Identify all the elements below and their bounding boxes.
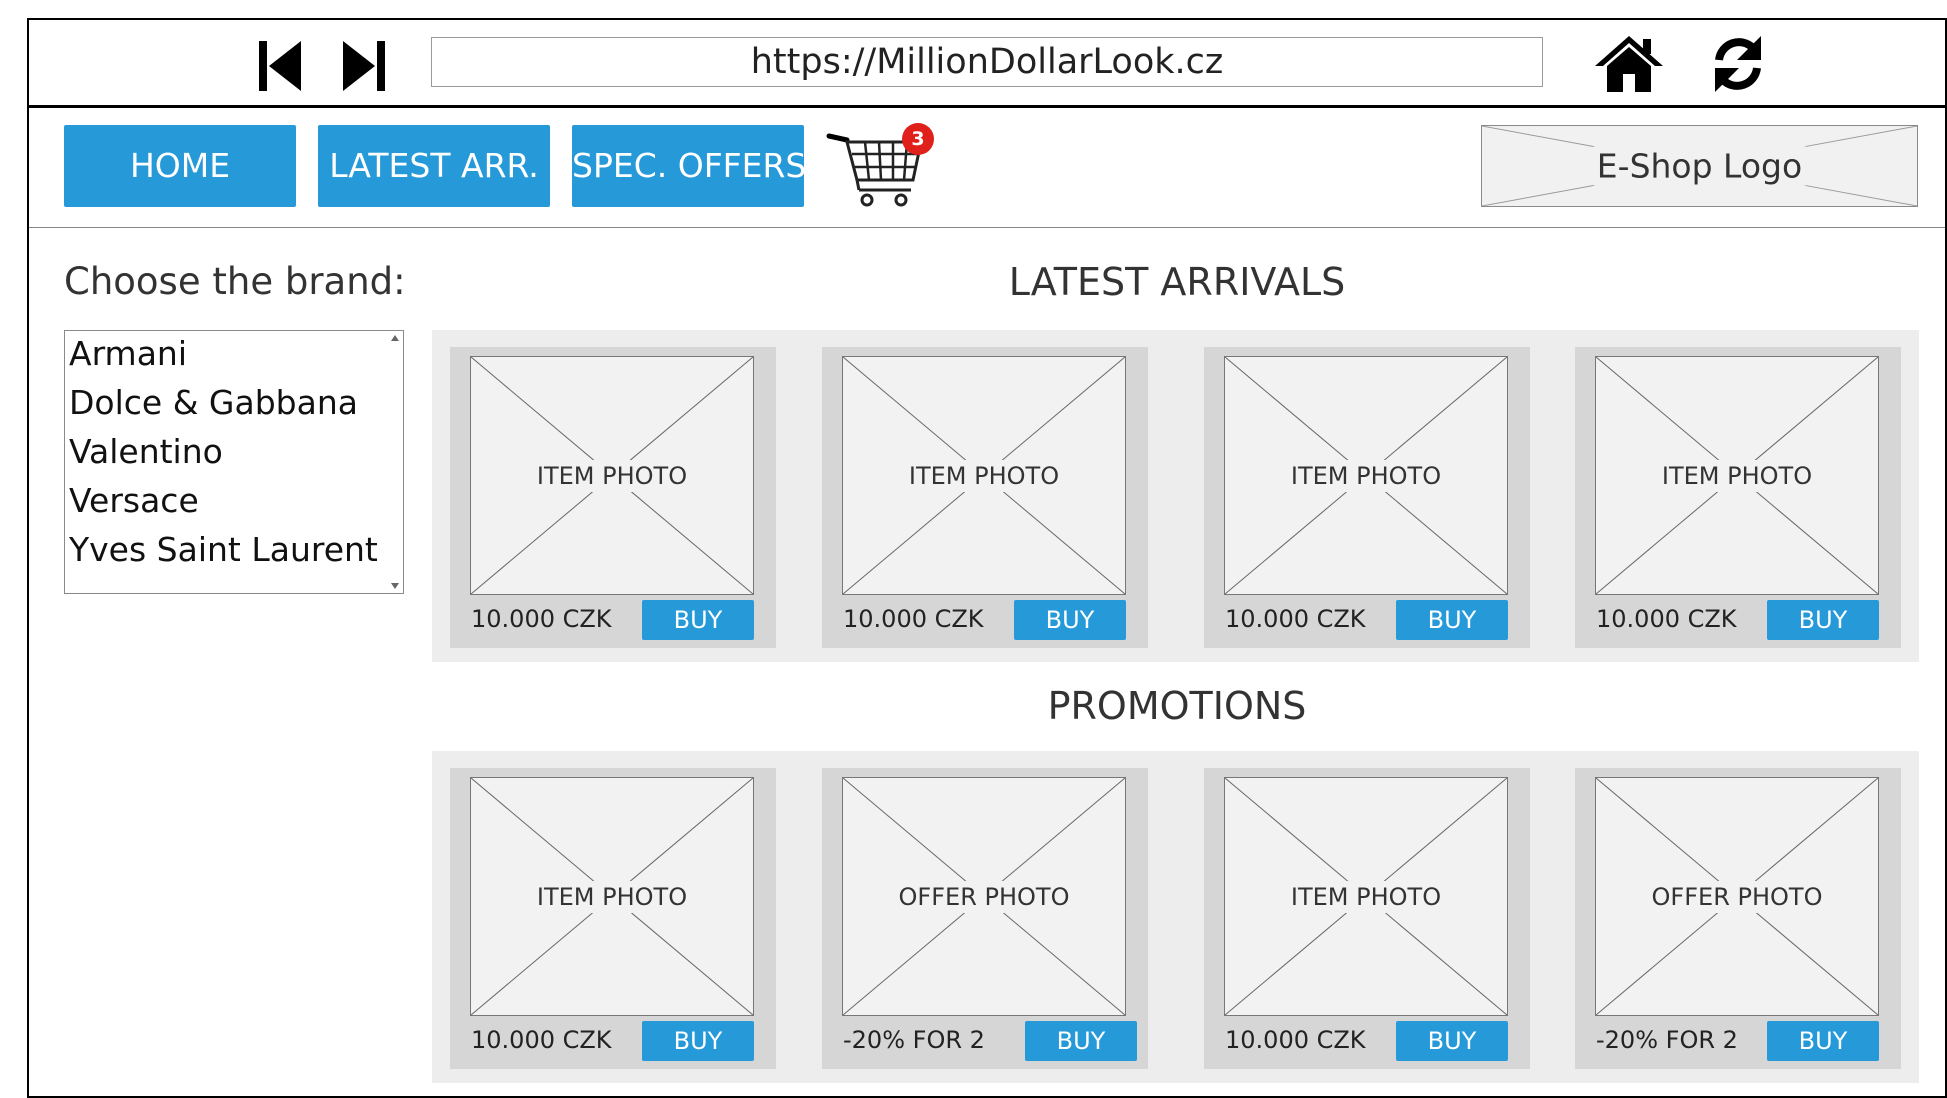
product-card: ITEM PHOTO 10.000 CZK BUY <box>1204 347 1530 648</box>
brand-item-dolce-gabbana[interactable]: Dolce & Gabbana <box>69 383 358 422</box>
item-price: 10.000 CZK <box>1225 605 1366 633</box>
item-photo-placeholder[interactable]: ITEM PHOTO <box>1595 356 1879 595</box>
item-photo-placeholder[interactable]: ITEM PHOTO <box>1224 356 1508 595</box>
photo-label: ITEM PHOTO <box>532 880 692 913</box>
reload-icon[interactable] <box>1707 34 1769 94</box>
product-card: ITEM PHOTO 10.000 CZK BUY <box>450 768 776 1069</box>
cart-count-badge: 3 <box>902 123 934 155</box>
item-price: 10.000 CZK <box>471 605 612 633</box>
scroll-up-arrow-icon[interactable] <box>389 333 401 343</box>
logo-label: E-Shop Logo <box>1592 146 1807 186</box>
item-photo-placeholder[interactable]: ITEM PHOTO <box>470 356 754 595</box>
offer-photo-placeholder[interactable]: OFFER PHOTO <box>1595 777 1879 1016</box>
brand-list[interactable]: Armani Dolce & Gabbana Valentino Versace… <box>64 330 404 594</box>
photo-label: OFFER PHOTO <box>894 880 1074 913</box>
product-card: ITEM PHOTO 10.000 CZK BUY <box>1575 347 1901 648</box>
brand-item-yves-saint-laurent[interactable]: Yves Saint Laurent <box>69 530 378 569</box>
buy-button[interactable]: BUY <box>1767 600 1879 640</box>
item-price: 10.000 CZK <box>1596 605 1737 633</box>
browser-window: HOME LATEST ARR. SPEC. OFFERS 3 <box>27 18 1947 1098</box>
skip-forward-icon[interactable] <box>339 38 387 94</box>
item-photo-placeholder[interactable]: ITEM PHOTO <box>842 356 1126 595</box>
product-card: ITEM PHOTO 10.000 CZK BUY <box>822 347 1148 648</box>
item-price: 10.000 CZK <box>843 605 984 633</box>
photo-label: ITEM PHOTO <box>532 459 692 492</box>
brand-filter-title: Choose the brand: <box>64 260 406 303</box>
promotions-title: PROMOTIONS <box>1047 684 1307 728</box>
e-shop-logo[interactable]: E-Shop Logo <box>1481 125 1918 207</box>
buy-button[interactable]: BUY <box>1396 600 1508 640</box>
offer-card: OFFER PHOTO -20% FOR 2 BUY <box>1575 768 1901 1069</box>
buy-button[interactable]: BUY <box>1767 1021 1879 1061</box>
item-photo-placeholder[interactable]: ITEM PHOTO <box>470 777 754 1016</box>
buy-button[interactable]: BUY <box>1025 1021 1137 1061</box>
brand-item-valentino[interactable]: Valentino <box>69 432 223 471</box>
brand-item-versace[interactable]: Versace <box>69 481 199 520</box>
site-header: HOME LATEST ARR. SPEC. OFFERS 3 E-Shop L… <box>29 108 1945 228</box>
buy-button[interactable]: BUY <box>1396 1021 1508 1061</box>
browser-toolbar <box>29 20 1945 108</box>
buy-button[interactable]: BUY <box>642 1021 754 1061</box>
photo-label: ITEM PHOTO <box>1286 880 1446 913</box>
latest-arrivals-title: LATEST ARRIVALS <box>1008 260 1346 304</box>
scroll-down-arrow-icon[interactable] <box>389 581 401 591</box>
url-input[interactable] <box>431 37 1543 87</box>
product-card: ITEM PHOTO 10.000 CZK BUY <box>450 347 776 648</box>
item-price: 10.000 CZK <box>1225 1026 1366 1054</box>
product-card: ITEM PHOTO 10.000 CZK BUY <box>1204 768 1530 1069</box>
brand-item-armani[interactable]: Armani <box>69 334 187 373</box>
latest-arrivals-button[interactable]: LATEST ARR. <box>318 125 550 207</box>
item-photo-placeholder[interactable]: ITEM PHOTO <box>1224 777 1508 1016</box>
offer-discount: -20% FOR 2 <box>843 1026 985 1054</box>
special-offers-button[interactable]: SPEC. OFFERS <box>572 125 804 207</box>
home-icon[interactable] <box>1593 34 1665 94</box>
skip-back-icon[interactable] <box>257 38 305 94</box>
offer-discount: -20% FOR 2 <box>1596 1026 1738 1054</box>
buy-button[interactable]: BUY <box>642 600 754 640</box>
offer-card: OFFER PHOTO -20% FOR 2 BUY <box>822 768 1148 1069</box>
photo-label: OFFER PHOTO <box>1647 880 1827 913</box>
buy-button[interactable]: BUY <box>1014 600 1126 640</box>
photo-label: ITEM PHOTO <box>1286 459 1446 492</box>
photo-label: ITEM PHOTO <box>1657 459 1817 492</box>
promotions-row: ITEM PHOTO 10.000 CZK BUY OFFER PHOTO -2… <box>432 751 1919 1083</box>
item-price: 10.000 CZK <box>471 1026 612 1054</box>
shopping-cart-button[interactable]: 3 <box>825 118 935 218</box>
offer-photo-placeholder[interactable]: OFFER PHOTO <box>842 777 1126 1016</box>
home-button[interactable]: HOME <box>64 125 296 207</box>
photo-label: ITEM PHOTO <box>904 459 1064 492</box>
latest-arrivals-row: ITEM PHOTO 10.000 CZK BUY ITEM PHOTO 10.… <box>432 330 1919 662</box>
